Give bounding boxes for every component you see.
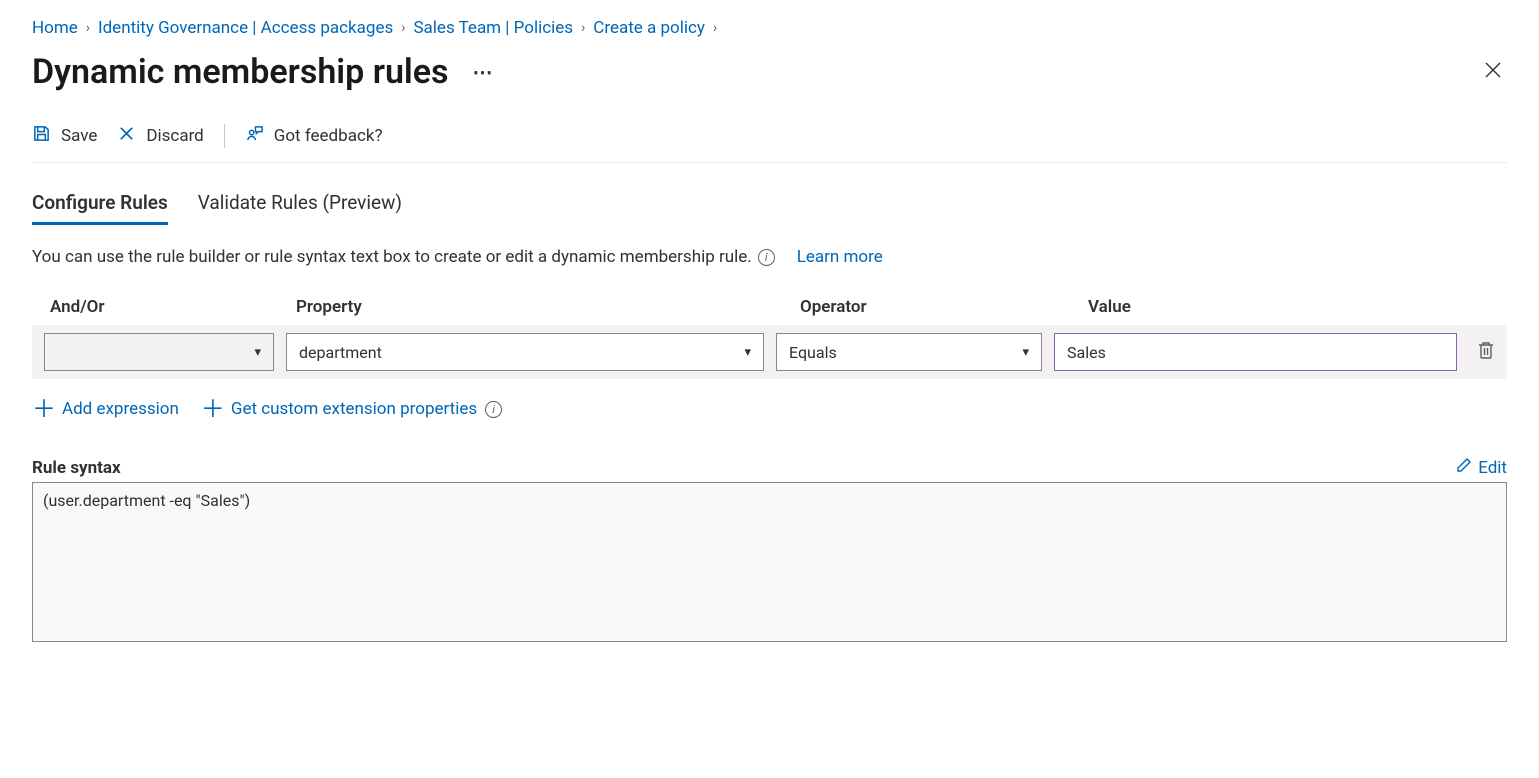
page-title: Dynamic membership rules ⋯ (32, 52, 495, 92)
rule-syntax-header: Rule syntax Edit (32, 457, 1507, 478)
property-select[interactable]: department ▾ (286, 333, 764, 371)
save-button[interactable]: Save (32, 124, 97, 148)
breadcrumb-sales-team[interactable]: Sales Team | Policies (413, 18, 573, 38)
command-bar: Save Discard Got feedback? (32, 124, 1507, 163)
delete-rule-button[interactable] (1477, 340, 1495, 364)
edit-label: Edit (1478, 458, 1507, 478)
col-operator: Operator (800, 297, 1072, 317)
col-property: Property (296, 297, 784, 317)
chevron-down-icon: ▾ (744, 345, 751, 360)
description-row: You can use the rule builder or rule syn… (32, 247, 1507, 267)
add-expression-button[interactable]: ＋ Add expression (32, 397, 179, 421)
col-andor: And/Or (50, 297, 280, 317)
breadcrumb-identity-governance[interactable]: Identity Governance | Access packages (98, 18, 393, 38)
edit-icon (1456, 457, 1472, 478)
more-actions-icon[interactable]: ⋯ (473, 60, 495, 84)
chevron-down-icon: ▾ (254, 345, 261, 360)
description-text: You can use the rule builder or rule syn… (32, 247, 752, 267)
plus-icon: ＋ (201, 397, 225, 421)
feedback-button[interactable]: Got feedback? (245, 124, 383, 148)
chevron-right-icon: › (581, 20, 585, 36)
rule-syntax-box: (user.department -eq "Sales") (32, 482, 1507, 642)
rule-syntax-label: Rule syntax (32, 458, 121, 478)
save-icon (32, 124, 51, 148)
discard-button[interactable]: Discard (117, 124, 203, 148)
close-icon[interactable] (1479, 56, 1507, 89)
plus-icon: ＋ (32, 397, 56, 421)
tab-configure-rules[interactable]: Configure Rules (32, 191, 168, 225)
link-actions: ＋ Add expression ＋ Get custom extension … (32, 397, 1507, 421)
chevron-right-icon: › (713, 20, 717, 36)
breadcrumb-create-policy[interactable]: Create a policy (593, 18, 705, 38)
tab-bar: Configure Rules Validate Rules (Preview) (32, 191, 1507, 225)
info-icon[interactable]: i (758, 249, 775, 266)
andor-select[interactable]: ▾ (44, 333, 274, 371)
close-icon (117, 124, 136, 148)
rule-syntax-text: (user.department -eq "Sales") (43, 491, 250, 510)
breadcrumb-home[interactable]: Home (32, 18, 78, 38)
col-value: Value (1088, 297, 1503, 317)
property-value: department (299, 343, 382, 362)
tab-validate-rules[interactable]: Validate Rules (Preview) (198, 191, 402, 225)
breadcrumb: Home › Identity Governance | Access pack… (32, 18, 1507, 38)
toolbar-divider (224, 124, 225, 148)
person-feedback-icon (245, 124, 264, 148)
discard-label: Discard (146, 126, 203, 146)
edit-syntax-button[interactable]: Edit (1456, 457, 1507, 478)
get-custom-extension-label: Get custom extension properties (231, 399, 477, 419)
learn-more-link[interactable]: Learn more (797, 247, 883, 267)
add-expression-label: Add expression (62, 399, 179, 419)
chevron-down-icon: ▾ (1022, 345, 1029, 360)
value-text: Sales (1067, 343, 1106, 362)
page-title-text: Dynamic membership rules (32, 52, 449, 92)
operator-value: Equals (789, 343, 837, 362)
info-icon[interactable]: i (485, 401, 502, 418)
rule-row: ▾ department ▾ Equals ▾ Sales (32, 325, 1507, 379)
operator-select[interactable]: Equals ▾ (776, 333, 1042, 371)
feedback-label: Got feedback? (274, 126, 383, 146)
chevron-right-icon: › (401, 20, 405, 36)
save-label: Save (61, 126, 97, 146)
rule-columns-header: And/Or Property Operator Value (32, 297, 1507, 325)
value-input[interactable]: Sales (1054, 333, 1457, 371)
get-custom-extension-button[interactable]: ＋ Get custom extension properties (201, 397, 477, 421)
chevron-right-icon: › (86, 20, 90, 36)
